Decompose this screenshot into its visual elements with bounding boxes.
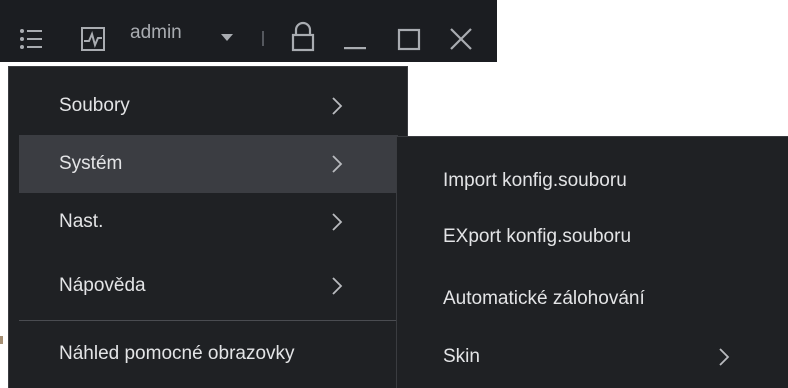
minimize-icon[interactable] [340,24,370,54]
system-submenu: Import konfig.souboru EXport konfig.soub… [396,136,788,388]
chevron-right-icon [330,276,344,302]
chevron-right-icon [330,96,344,122]
lock-icon[interactable] [286,20,320,54]
close-icon[interactable] [446,24,476,54]
submenu-item-export-config[interactable]: EXport konfig.souboru [397,209,788,265]
chevron-right-icon [717,347,731,373]
maximize-icon[interactable] [394,24,424,54]
user-name[interactable]: admin [130,22,182,44]
menu-item-label: Systém [59,153,123,174]
menu-item-label: Náhled pomocné obrazovky [59,343,295,364]
menu-item-nahled-pomocne-obrazovky[interactable]: Náhled pomocné obrazovky [19,325,398,383]
submenu-item-import-config[interactable]: Import konfig.souboru [397,153,788,209]
menu-item-label: Nast. [59,211,104,232]
menu-item-system[interactable]: Systém [19,135,398,193]
menu-item-nast[interactable]: Nast. [19,193,398,251]
menu-divider [19,320,398,321]
menu-item-napoveda[interactable]: Nápověda [19,257,398,315]
submenu-item-automatic-backup[interactable]: Automatické zálohování [397,271,788,327]
menu-item-label: Nápověda [59,275,146,296]
submenu-item-label: EXport konfig.souboru [443,226,632,247]
monitor-icon[interactable] [78,24,108,54]
title-bar: admin [0,0,497,62]
chevron-right-icon [330,212,344,238]
chevron-right-icon [330,154,344,180]
menu-list-icon[interactable] [16,24,46,54]
submenu-item-label: Skin [443,346,480,367]
main-menu: Soubory Systém Nast. Nápověda Náhled pom… [8,66,408,388]
menu-item-soubory[interactable]: Soubory [19,77,398,135]
submenu-item-label: Automatické zálohování [443,288,645,309]
background-edge [0,336,3,344]
submenu-item-label: Import konfig.souboru [443,170,627,191]
menu-item-label: Soubory [59,95,130,116]
separator [262,31,264,46]
caret-down-icon[interactable] [218,30,236,44]
submenu-item-skin[interactable]: Skin [397,329,788,385]
